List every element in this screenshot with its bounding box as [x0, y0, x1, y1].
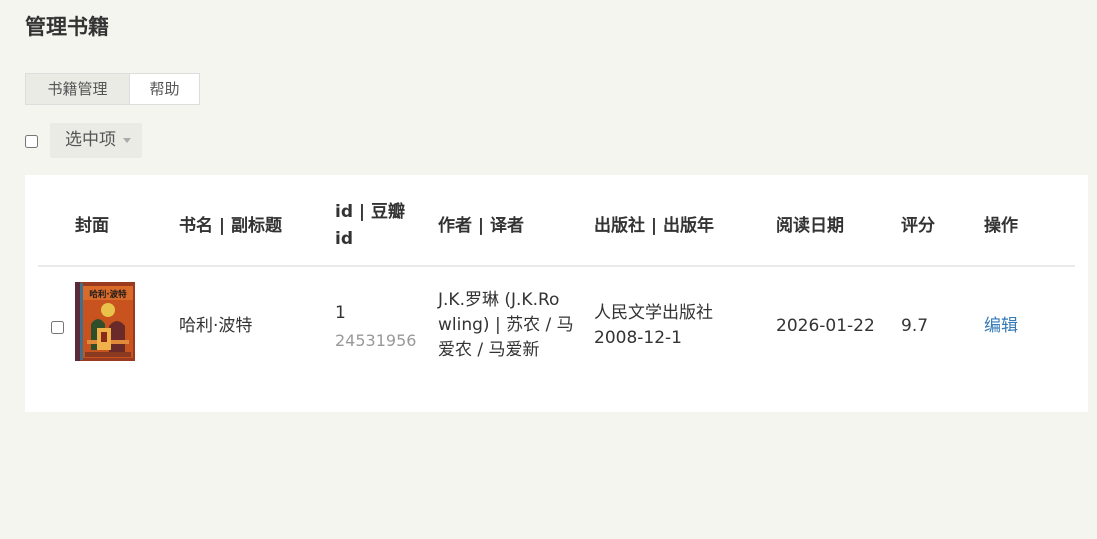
- header-rating: 评分: [901, 215, 935, 236]
- book-cover[interactable]: 哈利·波特: [73, 280, 137, 363]
- header-cover: 封面: [75, 215, 109, 236]
- header-divider: [38, 265, 1075, 267]
- author-line-1: J.K.罗琳 (J.K.Ro: [438, 290, 560, 310]
- header-title: 书名 | 副标题: [179, 215, 283, 236]
- tab-help[interactable]: 帮助: [129, 73, 200, 105]
- header-author: 作者 | 译者: [438, 215, 525, 236]
- bulk-action-label: 选中项: [65, 130, 116, 150]
- select-all-checkbox[interactable]: [25, 135, 38, 148]
- books-table: 封面 书名 | 副标题 id | 豆瓣 id 作者 | 译者 出版社 | 出版年…: [25, 175, 1088, 412]
- header-publisher: 出版社 | 出版年: [594, 215, 715, 236]
- rating: 9.7: [901, 316, 929, 336]
- book-cover-image: 哈利·波特: [73, 280, 137, 363]
- publish-year: 2008-12-1: [594, 328, 682, 348]
- tab-book-management[interactable]: 书籍管理: [25, 73, 130, 105]
- read-date: 2026-01-22: [776, 316, 875, 336]
- edit-link[interactable]: 编辑: [984, 314, 1018, 339]
- book-id-cell: 1 24531956: [335, 301, 416, 353]
- page-title: 管理书籍: [25, 15, 109, 39]
- douban-id: 24531956: [335, 331, 417, 350]
- header-id-line1: id | 豆瓣: [335, 202, 406, 222]
- header-id: id | 豆瓣 id: [335, 197, 405, 255]
- book-title[interactable]: 哈利·波特: [179, 314, 252, 339]
- caret-down-icon: [123, 138, 131, 143]
- row-checkbox[interactable]: [51, 321, 64, 334]
- publisher-cell: 人民文学出版社 2008-12-1: [594, 301, 713, 351]
- author-line-2: wling) | 苏农 / 马: [438, 315, 574, 335]
- publisher-name: 人民文学出版社: [594, 303, 713, 323]
- header-id-line2: id: [335, 229, 353, 249]
- header-actions: 操作: [984, 215, 1018, 236]
- tab-bar: 书籍管理 帮助: [25, 73, 200, 105]
- author-line-3: 爱农 / 马爱新: [438, 340, 540, 360]
- book-id: 1: [335, 303, 346, 323]
- bulk-action-dropdown[interactable]: 选中项: [50, 123, 142, 158]
- cover-title-text: 哈利·波特: [89, 289, 127, 300]
- author-cell: J.K.罗琳 (J.K.Ro wling) | 苏农 / 马 爱农 / 马爱新: [438, 288, 574, 363]
- header-read-date: 阅读日期: [776, 215, 844, 236]
